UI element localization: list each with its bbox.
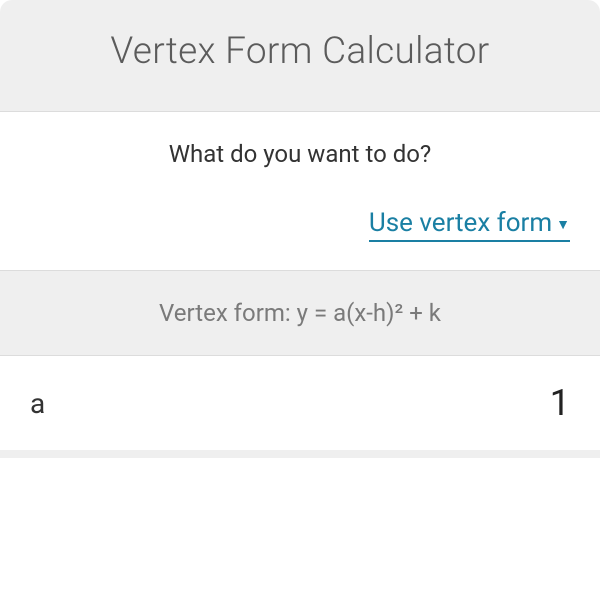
input-label-a: a (30, 387, 45, 420)
formula-section: Vertex form: y = a(x-h)² + k (0, 270, 600, 356)
header: Vertex Form Calculator (0, 0, 600, 112)
input-row-a[interactable]: a 1 (0, 356, 600, 452)
page-title: Vertex Form Calculator (20, 30, 580, 73)
divider (0, 452, 600, 458)
formula-label: Vertex form: y = a(x-h)² + k (30, 299, 570, 327)
prompt-section: What do you want to do? (0, 112, 600, 186)
prompt-question: What do you want to do? (30, 140, 570, 168)
input-value-a: 1 (550, 382, 570, 424)
mode-dropdown-label: Use vertex form (369, 208, 552, 238)
mode-dropdown[interactable]: Use vertex form ▼ (369, 208, 570, 242)
dropdown-row: Use vertex form ▼ (0, 186, 600, 270)
calculator-card: Vertex Form Calculator What do you want … (0, 0, 600, 600)
chevron-down-icon: ▼ (556, 216, 570, 233)
